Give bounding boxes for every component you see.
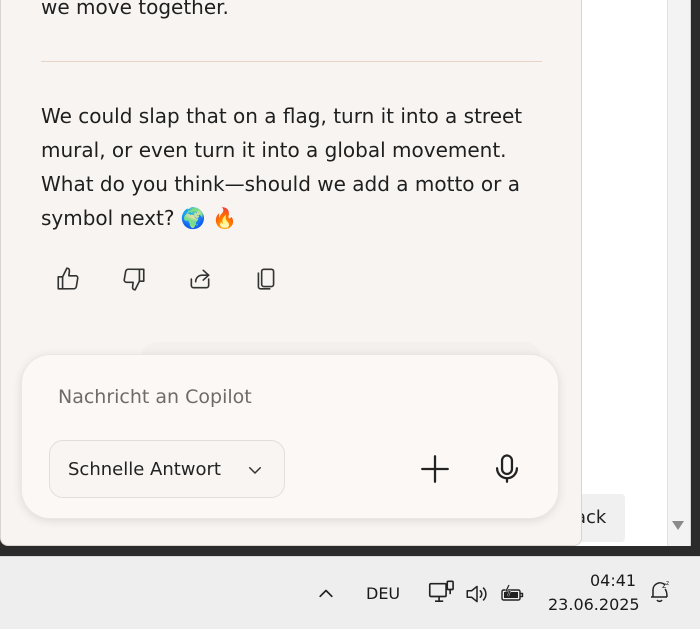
copy-button[interactable] <box>251 262 281 296</box>
plus-icon <box>421 455 449 483</box>
thumbs-down-icon <box>123 268 145 291</box>
svg-text:z: z <box>666 580 669 587</box>
thumbs-up-icon <box>57 267 79 290</box>
clock-time[interactable]: 04:41 <box>590 571 636 590</box>
divider <box>41 61 542 62</box>
back-button[interactable]: ack <box>575 494 625 542</box>
composer: Schnelle Antwort <box>22 355 558 518</box>
chevron-up-icon <box>319 589 333 598</box>
show-hidden-icons-button[interactable] <box>316 585 336 601</box>
copy-icon <box>257 268 275 290</box>
share-icon <box>190 269 210 289</box>
add-button[interactable] <box>418 452 452 486</box>
assistant-message: We could slap that on a flag, turn it in… <box>41 104 523 230</box>
dislike-button[interactable] <box>119 262 149 296</box>
microphone-icon <box>495 454 519 483</box>
previous-message-tail: we move together. <box>41 0 229 19</box>
battery-button[interactable] <box>500 583 526 605</box>
message-input[interactable] <box>56 381 520 413</box>
network-icon <box>428 580 454 602</box>
network-button[interactable] <box>428 579 456 607</box>
taskbar: DEU 04:41 23.06.2025 z z <box>0 556 700 629</box>
microphone-button[interactable] <box>490 452 524 486</box>
scroll-down-arrow-icon[interactable] <box>672 521 684 530</box>
scrollbar[interactable] <box>667 0 690 546</box>
battery-charging-icon <box>501 584 524 601</box>
notification-bell-dnd-icon: z z <box>651 580 669 603</box>
notifications-button[interactable]: z z <box>648 579 672 605</box>
message-actions <box>53 262 281 296</box>
volume-icon <box>466 585 487 603</box>
like-button[interactable] <box>53 262 83 296</box>
input-language-indicator[interactable]: DEU <box>366 584 400 603</box>
response-mode-select[interactable]: Schnelle Antwort <box>49 440 285 498</box>
response-mode-label: Schnelle Antwort <box>68 458 221 480</box>
clock-date[interactable]: 23.06.2025 <box>548 595 640 614</box>
chevron-down-icon <box>249 467 261 474</box>
share-button[interactable] <box>185 262 215 296</box>
volume-button[interactable] <box>464 582 490 606</box>
